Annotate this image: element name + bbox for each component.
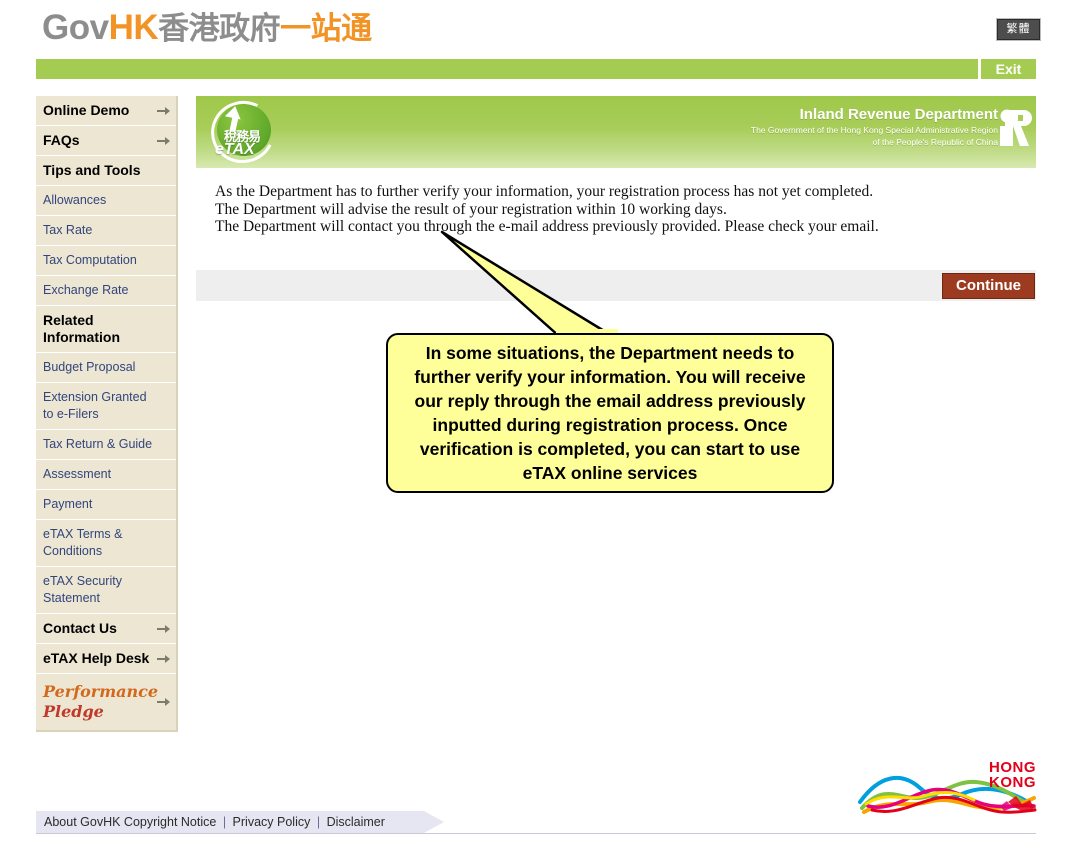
hk-brand-line1: HONG — [989, 759, 1036, 776]
etax-logo[interactable]: 稅務易 eTAX — [202, 92, 284, 172]
registration-message-line1: As the Department has to further verify … — [215, 183, 874, 200]
sidebar-item-label: Payment — [43, 497, 93, 511]
registration-message-line3: The Department will contact you through … — [215, 218, 879, 235]
sidebar-item-faqs[interactable]: FAQs — [36, 126, 176, 156]
sidebar-item-payment[interactable]: Payment — [36, 490, 176, 520]
ird-subtitle-line2: of the People's Republic of China — [872, 137, 998, 147]
continue-button[interactable]: Continue — [942, 273, 1035, 299]
language-toggle-button[interactable]: 繁體 — [997, 19, 1040, 40]
sidebar-item-label: Tax Return & Guide — [43, 437, 153, 451]
exit-button[interactable]: Exit — [978, 59, 1036, 79]
hong-kong-brand-logo: HONG KONG — [858, 758, 1038, 820]
ird-subtitle-line1: The Government of the Hong Kong Special … — [750, 125, 998, 135]
sidebar-item-tips-and-tools[interactable]: Tips and Tools — [36, 156, 176, 186]
sidebar-item-label: Online Demo — [43, 102, 130, 118]
callout-box: In some situations, the Department needs… — [386, 333, 834, 493]
ird-logo-icon — [1000, 109, 1032, 146]
sidebar-item-label: Performance Pledge — [43, 682, 158, 721]
arrow-right-icon — [157, 697, 170, 707]
govhk-logo-cn-gray: 香港政府 — [158, 11, 281, 46]
sidebar-item-assessment[interactable]: Assessment — [36, 460, 176, 490]
footer-link-privacy-policy[interactable]: Privacy Policy — [233, 815, 311, 829]
sidebar-item-etax-terms-conditions[interactable]: eTAX Terms & Conditions — [36, 520, 176, 567]
footer-rule — [36, 833, 1036, 834]
sidebar-item-label-word1: Performance — [43, 682, 159, 701]
sidebar-item-label: Contact Us — [43, 620, 117, 636]
sidebar-item-label: eTAX Security Statement — [43, 574, 122, 605]
sidebar-item-tax-computation[interactable]: Tax Computation — [36, 246, 176, 276]
sidebar-item-etax-security-statement[interactable]: eTAX Security Statement — [36, 567, 176, 614]
ird-title: Inland Revenue Department — [799, 106, 998, 123]
sidebar-item-performance-pledge[interactable]: Performance Pledge — [36, 674, 176, 730]
footer-link-about-govhk[interactable]: About GovHK — [44, 815, 120, 829]
sidebar-item-label: FAQs — [43, 132, 80, 148]
govhk-logo-hk: HK — [108, 8, 159, 47]
footer-separator-2: | — [316, 815, 321, 829]
registration-message: As the Department has to further verify … — [215, 183, 915, 236]
govhk-logo[interactable]: GovHK香港政府一站通 — [42, 8, 372, 49]
footer-link-disclaimer[interactable]: Disclaimer — [327, 815, 385, 829]
sidebar-item-label: Budget Proposal — [43, 360, 136, 374]
hk-brand-line2: KONG — [989, 774, 1036, 791]
arrow-right-icon — [157, 654, 170, 664]
sidebar-item-related-information[interactable]: Related Information — [36, 306, 176, 353]
sidebar-item-tax-rate[interactable]: Tax Rate — [36, 216, 176, 246]
sidebar-item-label: Tax Computation — [43, 253, 137, 267]
footer-links: About GovHK Copyright Notice | Privacy P… — [44, 811, 385, 833]
etax-banner: 稅務易 eTAX Inland Revenue Department The G… — [196, 92, 1036, 172]
green-nav-bar: Exit — [36, 59, 1036, 79]
sidebar-item-label: Extension Granted to e-Filers — [43, 390, 147, 421]
registration-message-line2: The Department will advise the result of… — [215, 200, 727, 218]
govhk-header: GovHK香港政府一站通 繁體 — [0, 0, 1066, 55]
sidebar-item-label: Allowances — [43, 193, 107, 207]
sidebar-item-tax-return-guide[interactable]: Tax Return & Guide — [36, 430, 176, 460]
etax-logo-wordmark: eTAX — [215, 141, 255, 158]
arrow-right-icon — [157, 106, 170, 116]
sidebar-item-label: Tips and Tools — [43, 162, 141, 178]
sidebar-item-label: Tax Rate — [43, 223, 93, 237]
sidebar-item-label-word2: Pledge — [43, 702, 104, 721]
sidebar-item-contact-us[interactable]: Contact Us — [36, 614, 176, 644]
arrow-right-icon — [157, 624, 170, 634]
arrow-right-icon — [157, 136, 170, 146]
action-bar: Continue — [196, 270, 1036, 301]
sidebar: Online Demo FAQs Tips and Tools Allowances T… — [36, 96, 178, 732]
ird-identity: Inland Revenue Department The Government… — [751, 106, 998, 148]
govhk-logo-gov: Gov — [42, 8, 109, 47]
sidebar-item-etax-help-desk[interactable]: eTAX Help Desk — [36, 644, 176, 674]
sidebar-item-exchange-rate[interactable]: Exchange Rate — [36, 276, 176, 306]
sidebar-item-label: eTAX Help Desk — [43, 650, 150, 666]
sidebar-item-label: Assessment — [43, 467, 112, 481]
govhk-logo-cn-orange: 一站通 — [280, 11, 372, 46]
sidebar-item-label: eTAX Terms & Conditions — [43, 527, 123, 558]
sidebar-item-label: Exchange Rate — [43, 283, 129, 297]
sidebar-item-extension-granted-to-e-filers[interactable]: Extension Granted to e-Filers — [36, 383, 176, 430]
hong-kong-brand-text: HONG KONG — [989, 760, 1036, 790]
footer: About GovHK Copyright Notice | Privacy P… — [36, 811, 1036, 834]
sidebar-item-budget-proposal[interactable]: Budget Proposal — [36, 353, 176, 383]
footer-link-copyright-notice[interactable]: Copyright Notice — [124, 815, 216, 829]
footer-separator-1: | — [222, 815, 227, 829]
callout-text: In some situations, the Department needs… — [414, 343, 806, 483]
sidebar-item-online-demo[interactable]: Online Demo — [36, 96, 176, 126]
sidebar-item-allowances[interactable]: Allowances — [36, 186, 176, 216]
sidebar-item-label: Related Information — [43, 312, 120, 345]
